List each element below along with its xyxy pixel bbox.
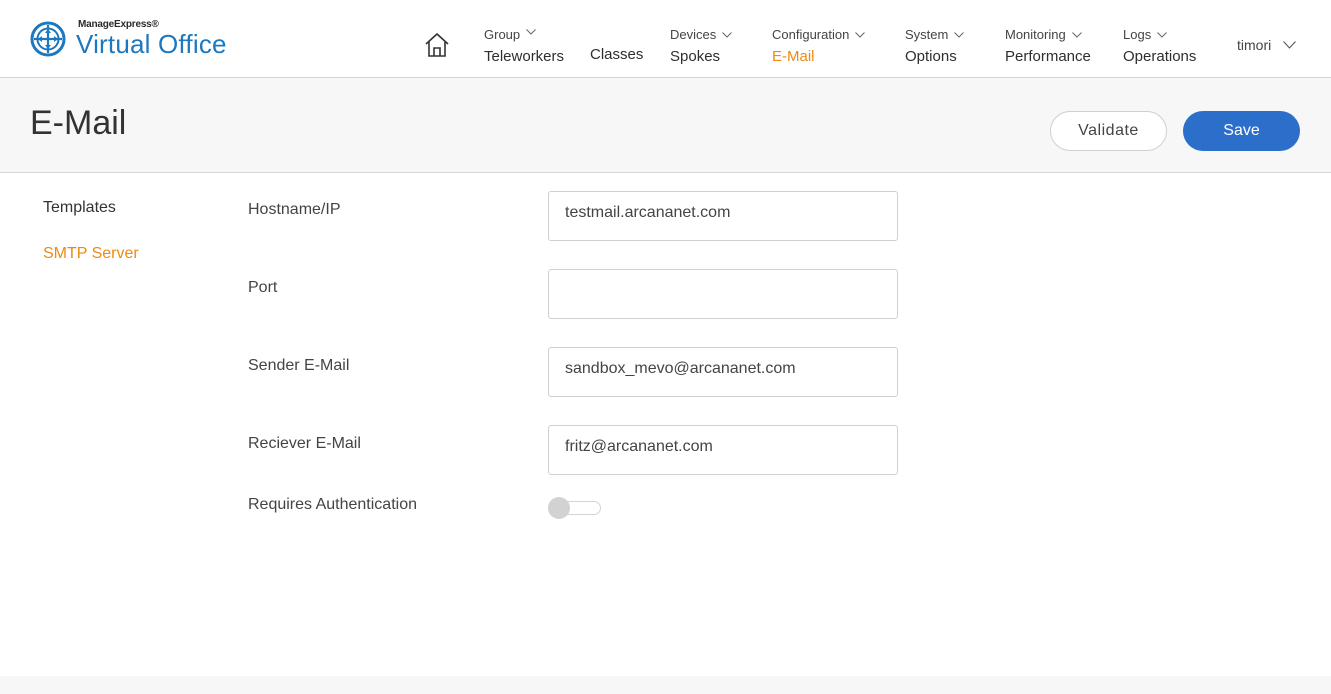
requires-authentication-label: Requires Authentication xyxy=(248,496,417,513)
nav-system-menu[interactable]: System xyxy=(905,27,965,43)
nav-monitoring-menu[interactable]: Monitoring xyxy=(1005,27,1091,43)
nav-options-label: Options xyxy=(905,48,957,65)
receiver-email-input[interactable] xyxy=(548,425,898,475)
chevron-down-icon xyxy=(1071,32,1082,38)
chevron-down-icon xyxy=(954,32,965,38)
save-button[interactable]: Save xyxy=(1183,111,1300,151)
requires-authentication-toggle[interactable] xyxy=(548,497,601,519)
nav-system-options[interactable]: System Options xyxy=(905,27,965,66)
brand-name: Virtual Office xyxy=(76,29,227,59)
sidebar-item-templates[interactable]: Templates xyxy=(43,199,116,217)
hostname-input[interactable] xyxy=(548,191,898,241)
port-label: Port xyxy=(248,279,278,296)
nav-group-label: Group xyxy=(484,27,521,42)
nav-devices-menu[interactable]: Devices xyxy=(670,27,733,43)
page-header: E-Mail Validate Save xyxy=(0,78,1331,173)
nav-logs-operations[interactable]: Logs Operations xyxy=(1123,27,1196,66)
chevron-down-icon xyxy=(722,32,733,38)
chevron-down-icon xyxy=(1157,32,1168,38)
nav-devices-spokes[interactable]: Devices Spokes xyxy=(670,27,733,66)
user-menu[interactable]: timori xyxy=(1237,37,1297,53)
nav-monitoring-performance[interactable]: Monitoring Performance xyxy=(1005,27,1091,66)
home-icon[interactable] xyxy=(424,32,450,58)
logo-mark-icon xyxy=(30,21,66,57)
nav-group-menu[interactable]: Group xyxy=(484,27,564,43)
nav-configuration-menu[interactable]: Configuration xyxy=(772,27,866,43)
nav-email-label: E-Mail xyxy=(772,48,815,65)
nav-group-teleworkers[interactable]: Group Teleworkers xyxy=(484,27,564,66)
nav-configuration-email[interactable]: Configuration E-Mail xyxy=(772,27,866,66)
chevron-down-icon xyxy=(1283,41,1297,49)
nav-devices-label: Devices xyxy=(670,27,717,42)
nav-performance-label: Performance xyxy=(1005,48,1091,65)
footer-band xyxy=(0,676,1331,694)
sidebar-item-smtp-server[interactable]: SMTP Server xyxy=(43,245,139,263)
user-name: timori xyxy=(1237,37,1272,53)
nav-logs-menu[interactable]: Logs xyxy=(1123,27,1196,43)
sender-email-label: Sender E-Mail xyxy=(248,357,350,374)
toggle-knob xyxy=(548,497,570,519)
hostname-label: Hostname/IP xyxy=(248,201,341,218)
validate-button[interactable]: Validate xyxy=(1050,111,1167,151)
page-title: E-Mail xyxy=(30,104,127,142)
receiver-email-label: Reciever E-Mail xyxy=(248,435,361,452)
port-input[interactable] xyxy=(548,269,898,319)
sender-email-input[interactable] xyxy=(548,347,898,397)
nav-classes[interactable]: Classes xyxy=(590,46,643,63)
top-navigation-bar: ManageExpress® Virtual Office Group Tele… xyxy=(0,0,1331,78)
nav-teleworkers-label: Teleworkers xyxy=(484,48,565,65)
chevron-down-icon xyxy=(855,32,866,38)
nav-spokes-label: Spokes xyxy=(670,48,721,65)
nav-monitoring-label: Monitoring xyxy=(1005,27,1066,42)
nav-logs-label: Logs xyxy=(1123,27,1152,42)
nav-system-label: System xyxy=(905,27,949,42)
nav-operations-label: Operations xyxy=(1123,48,1197,65)
nav-configuration-label: Configuration xyxy=(772,27,850,42)
chevron-down-icon xyxy=(526,29,536,35)
